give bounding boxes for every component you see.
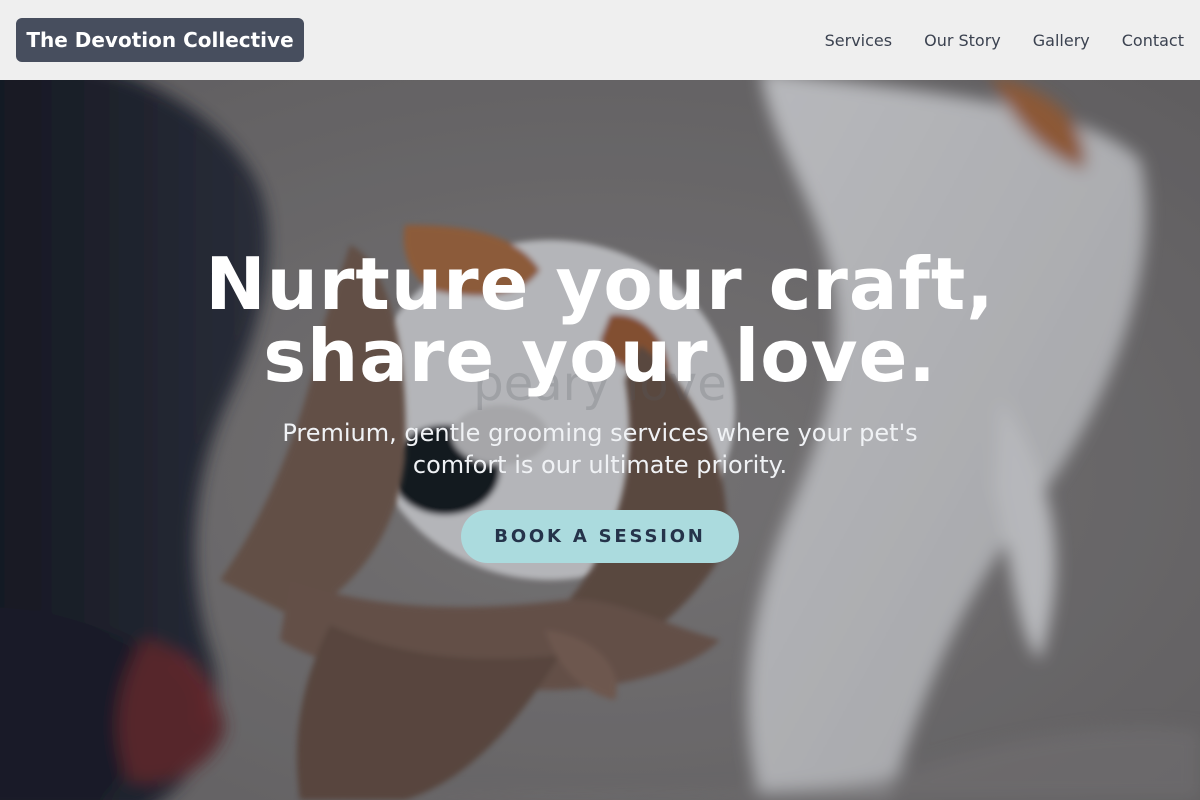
hero-subtitle: Premium, gentle grooming services where … [282, 419, 918, 479]
nav-link-our-story[interactable]: Our Story [924, 31, 1001, 50]
nav-link-services[interactable]: Services [825, 31, 892, 50]
nav-link-contact[interactable]: Contact [1122, 31, 1184, 50]
site-header: The Devotion Collective Services Our Sto… [0, 0, 1200, 80]
hero-section: peary love Nurture your craft, share you… [0, 80, 1200, 800]
hero-title: Nurture your craft, share your love. [200, 248, 1000, 392]
hero-title-line2: share your love. [263, 314, 937, 398]
nav-link-gallery[interactable]: Gallery [1033, 31, 1090, 50]
hero-content: Nurture your craft, share your love. Pre… [200, 248, 1000, 563]
brand-logo[interactable]: The Devotion Collective [16, 18, 304, 62]
book-session-button[interactable]: BOOK A SESSION [461, 510, 739, 563]
hero-title-line1: Nurture your craft, [205, 242, 995, 326]
main-navigation: Services Our Story Gallery Contact [825, 0, 1184, 80]
